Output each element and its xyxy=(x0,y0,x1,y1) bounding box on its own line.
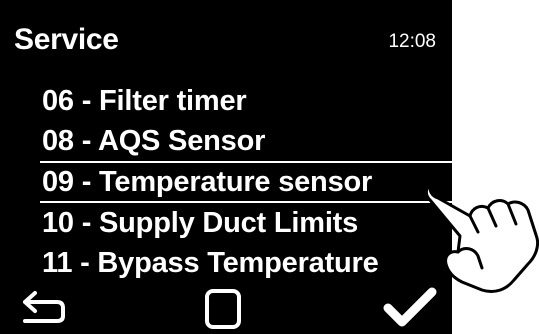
square-icon xyxy=(205,289,241,329)
pointing-hand-icon xyxy=(422,180,539,294)
bottom-navigation-bar xyxy=(0,282,452,334)
menu-item-aqs-sensor[interactable]: 08 - AQS Sensor xyxy=(0,121,452,161)
service-menu: 06 - Filter timer 08 - AQS Sensor 09 - T… xyxy=(0,81,452,283)
clock: 12:08 xyxy=(388,31,436,52)
page-title: Service xyxy=(14,23,119,56)
menu-item-temperature-sensor[interactable]: 09 - Temperature sensor xyxy=(40,161,452,203)
back-arrow-icon xyxy=(23,291,65,323)
menu-item-supply-duct-limits[interactable]: 10 - Supply Duct Limits xyxy=(0,203,452,243)
home-button[interactable] xyxy=(193,282,253,334)
back-button[interactable] xyxy=(14,282,74,334)
menu-item-filter-timer[interactable]: 06 - Filter timer xyxy=(0,81,452,121)
menu-item-bypass-temperature[interactable]: 11 - Bypass Temperature xyxy=(0,243,452,283)
device-screen: Service 12:08 06 - Filter timer 08 - AQS… xyxy=(0,0,452,334)
